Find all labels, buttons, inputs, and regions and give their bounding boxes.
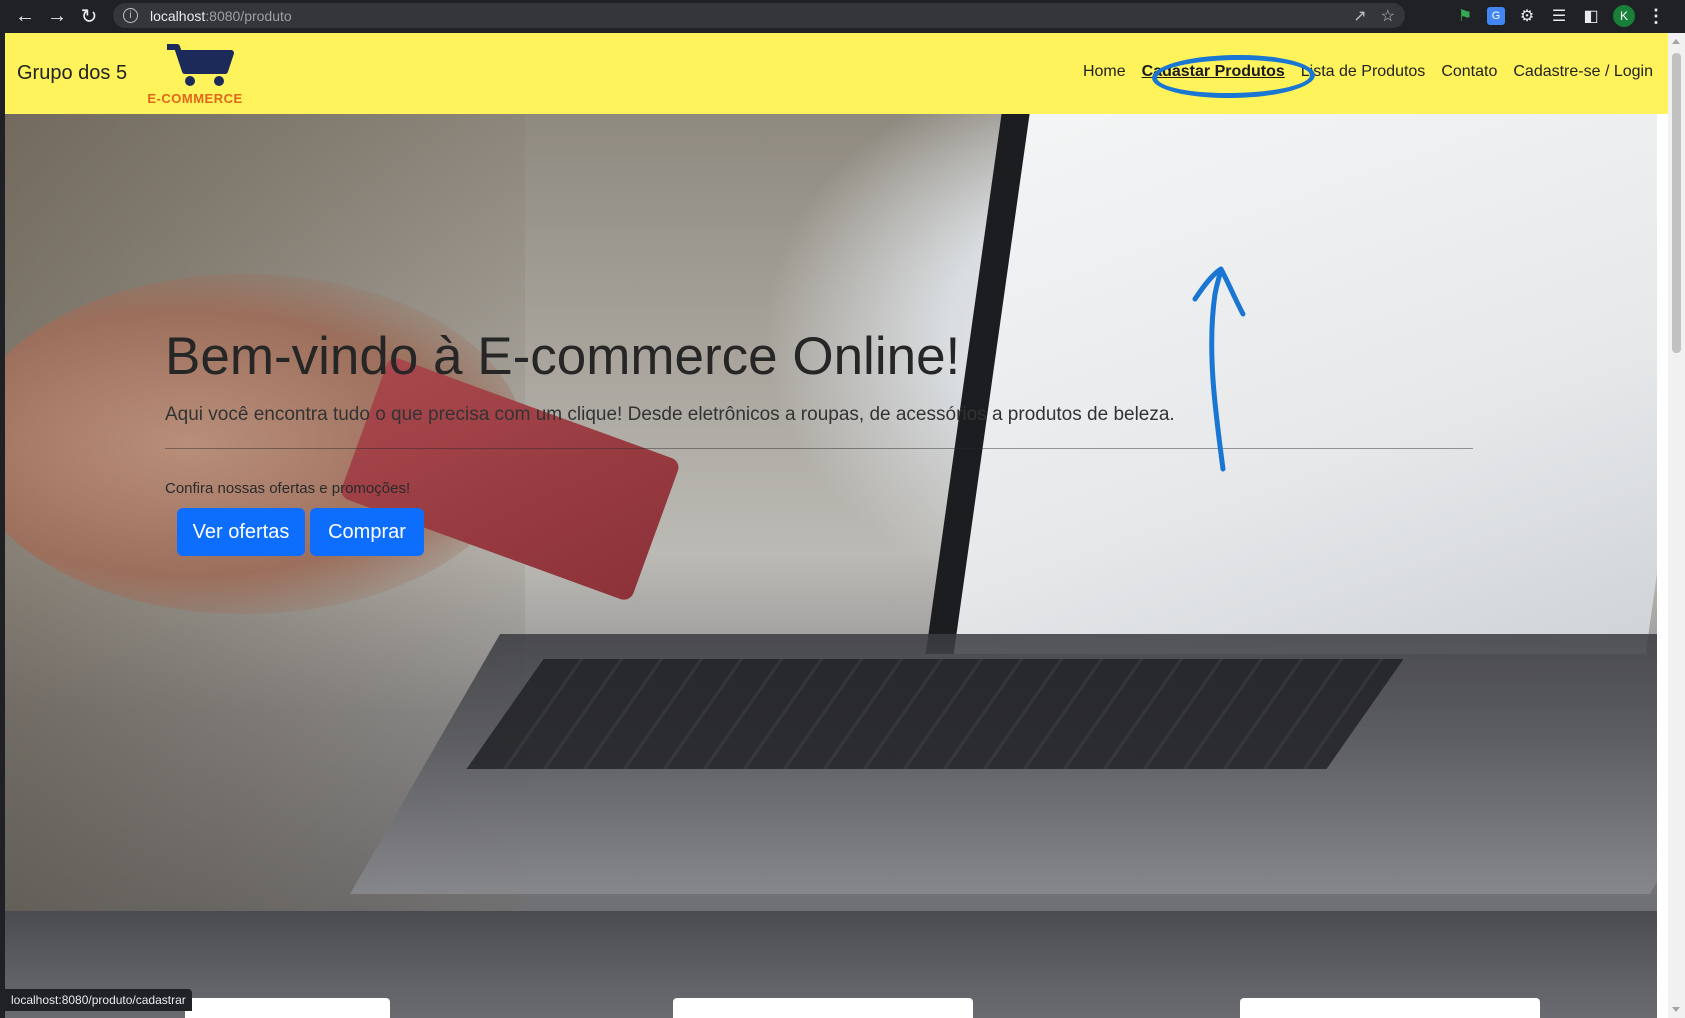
product-card[interactable] (673, 998, 973, 1018)
nav-contato[interactable]: Contato (1441, 63, 1497, 81)
content-section (5, 911, 1657, 1018)
translate-extension-icon[interactable]: G (1487, 7, 1505, 25)
hero-keyboard (466, 659, 1404, 769)
browser-toolbar: ← → ↻ i localhost:8080/produto ↗ ☆ ⚑ G ⚙… (0, 0, 1685, 33)
hero-banner: Bem-vindo à E-commerce Online! Aqui você… (5, 114, 1657, 911)
scroll-down-arrow-icon[interactable] (1672, 1007, 1680, 1012)
brand-name[interactable]: Grupo dos 5 (17, 62, 127, 85)
nav-lista-produtos[interactable]: Lista de Produtos (1301, 63, 1426, 81)
link-status-bar: localhost:8080/produto/cadastrar (5, 989, 192, 1011)
nav-cadastre-login[interactable]: Cadastre-se / Login (1513, 63, 1653, 81)
extensions-puzzle-icon[interactable]: ⚙ (1517, 6, 1537, 26)
hero-title: Bem-vindo à E-commerce Online! (165, 327, 961, 386)
ecommerce-logo[interactable]: E-COMMERCE (145, 41, 255, 111)
forward-icon[interactable]: → (42, 2, 72, 32)
hero-subtitle: Aqui você encontra tudo o que precisa co… (165, 404, 1175, 425)
hero-promo-text: Confira nossas ofertas e promoções! (165, 480, 411, 497)
product-card[interactable] (185, 998, 390, 1018)
address-bar[interactable]: i localhost:8080/produto ↗ ☆ (113, 3, 1405, 28)
url-text[interactable]: localhost:8080/produto (150, 8, 292, 24)
back-icon[interactable]: ← (10, 2, 40, 32)
site-info-icon[interactable]: i (123, 8, 138, 23)
hero-laptop-screen (925, 114, 1657, 654)
nav-cadastrar-produtos[interactable]: Cadastar Produtos (1142, 63, 1285, 81)
scroll-thumb[interactable] (1672, 53, 1681, 353)
product-card[interactable] (1240, 998, 1540, 1018)
site-navbar: Grupo dos 5 E-COMMERCE Home Cadastar Pro… (5, 33, 1668, 114)
page-viewport: Grupo dos 5 E-COMMERCE Home Cadastar Pro… (5, 33, 1668, 1018)
reload-icon[interactable]: ↻ (74, 2, 104, 32)
shopping-cart-icon (167, 44, 234, 86)
share-icon[interactable]: ↗ (1353, 6, 1366, 26)
comprar-button[interactable]: Comprar (310, 508, 424, 556)
nav-home[interactable]: Home (1083, 63, 1126, 81)
side-panel-icon[interactable]: ◧ (1581, 6, 1601, 26)
browser-menu-icon[interactable]: ⋮ (1647, 6, 1665, 27)
profile-avatar[interactable]: K (1613, 5, 1635, 27)
page-scrollbar[interactable] (1668, 33, 1685, 1018)
hero-divider (165, 448, 1473, 449)
logo-text: E-COMMERCE (147, 91, 243, 106)
scroll-up-arrow-icon[interactable] (1672, 39, 1680, 44)
extension-figure-icon[interactable]: ⚑ (1455, 6, 1475, 26)
reading-list-icon[interactable]: ☰ (1549, 6, 1569, 26)
nav-links: Home Cadastar Produtos Lista de Produtos… (1083, 63, 1653, 81)
ver-ofertas-button[interactable]: Ver ofertas (177, 508, 305, 556)
bookmark-star-icon[interactable]: ☆ (1381, 6, 1395, 26)
